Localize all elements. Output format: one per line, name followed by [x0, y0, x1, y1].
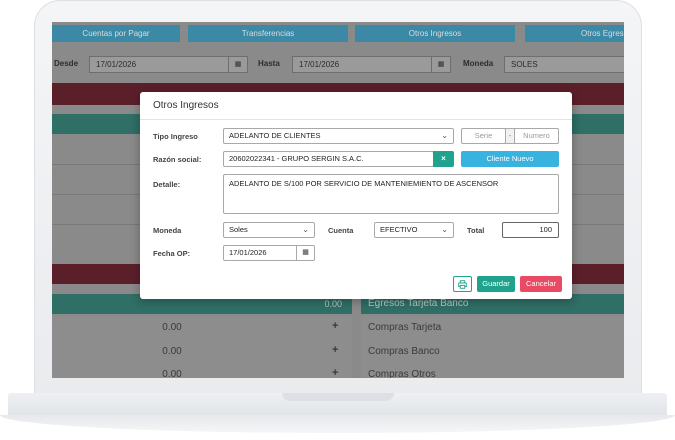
hasta-calendar-icon[interactable]: ▦	[431, 56, 451, 73]
moneda-filter-select[interactable]: SOLES	[504, 56, 624, 73]
modal-divider	[140, 119, 572, 120]
cuenta-label: Cuenta	[328, 226, 354, 235]
list-item-label: Compras Banco	[368, 346, 440, 357]
cuenta-select[interactable]: EFECTIVO ⌄	[374, 222, 454, 238]
moneda-select[interactable]: Soles ⌄	[223, 222, 315, 238]
add-icon[interactable]: +	[332, 344, 338, 356]
cancelar-button[interactable]: Cancelar	[520, 276, 562, 292]
otros-ingresos-modal: Otros Ingresos Tipo Ingreso ADELANTO DE …	[140, 92, 572, 299]
hasta-input[interactable]: 17/01/2026	[292, 56, 432, 73]
detalle-label: Detalle:	[153, 180, 181, 189]
list-item-value: 0.00	[162, 369, 182, 378]
add-icon[interactable]: +	[332, 320, 338, 332]
calendar-icon[interactable]: ▦	[296, 246, 314, 260]
moneda-label: Moneda	[153, 226, 182, 235]
egresos-header-label: Egresos Tarjeta Banco	[368, 298, 469, 309]
tipo-ingreso-label: Tipo Ingreso	[153, 132, 198, 141]
chevron-down-icon: ⌄	[302, 225, 309, 234]
filter-bar: Desde 17/01/2026 ▦ Hasta 17/01/2026 ▦ Mo…	[52, 55, 624, 75]
tab-otros-egresos[interactable]: Otros Egres	[525, 25, 624, 42]
ingresos-column	[52, 316, 352, 378]
moneda-filter-label: Moneda	[463, 59, 494, 68]
desde-input[interactable]: 17/01/2026	[89, 56, 229, 73]
laptop-notch	[282, 393, 394, 401]
ingresos-total: 0.00	[324, 299, 342, 309]
numero-input[interactable]: Numero	[514, 128, 559, 144]
razon-social-input[interactable]: 20602022341 - GRUPO SERGIN S.A.C.	[223, 151, 434, 167]
tipo-ingreso-select[interactable]: ADELANTO DE CLIENTES ⌄	[223, 128, 454, 144]
cuenta-value: EFECTIVO	[380, 225, 418, 234]
detalle-textarea[interactable]: ADELANTO DE S/100 POR SERVICIO DE MANTEN…	[223, 174, 559, 214]
total-input[interactable]: 100	[502, 222, 559, 238]
printer-icon	[458, 280, 467, 289]
desde-label: Desde	[54, 59, 79, 68]
clear-razon-social-button[interactable]: ×	[433, 151, 454, 167]
list-item-label: Compras Tarjeta	[368, 322, 442, 333]
desde-calendar-icon[interactable]: ▦	[228, 56, 248, 73]
fecha-op-value: 17/01/2026	[229, 248, 267, 257]
moneda-value: Soles	[229, 225, 248, 234]
total-label: Total	[467, 226, 485, 235]
modal-title: Otros Ingresos	[153, 100, 219, 111]
chevron-down-icon: ⌄	[441, 131, 448, 140]
fecha-op-input[interactable]: 17/01/2026 ▦	[223, 245, 315, 261]
app-screen: Cuentas por Pagar Transferencias Otros I…	[52, 22, 624, 378]
cliente-nuevo-button[interactable]: Cliente Nuevo	[461, 151, 559, 167]
guardar-button[interactable]: Guardar	[477, 276, 515, 292]
fecha-op-label: Fecha OP:	[153, 249, 191, 258]
list-item-value: 0.00	[162, 322, 182, 333]
laptop-base-bottom	[0, 415, 675, 433]
chevron-down-icon: ⌄	[441, 225, 448, 234]
list-item-label: Compras Otros	[368, 369, 436, 378]
hasta-label: Hasta	[258, 59, 280, 68]
tab-otros-ingresos[interactable]: Otros Ingresos	[355, 25, 515, 42]
serie-input[interactable]: Serie	[461, 128, 506, 144]
add-icon[interactable]: +	[332, 367, 338, 378]
laptop-base	[0, 393, 675, 440]
tab-cuentas-por-pagar[interactable]: Cuentas por Pagar	[52, 25, 180, 42]
print-button[interactable]	[453, 276, 472, 292]
list-item-value: 0.00	[162, 346, 182, 357]
tab-transferencias[interactable]: Transferencias	[188, 25, 348, 42]
razon-social-label: Razón social:	[153, 155, 202, 164]
tipo-ingreso-value: ADELANTO DE CLIENTES	[229, 131, 321, 140]
